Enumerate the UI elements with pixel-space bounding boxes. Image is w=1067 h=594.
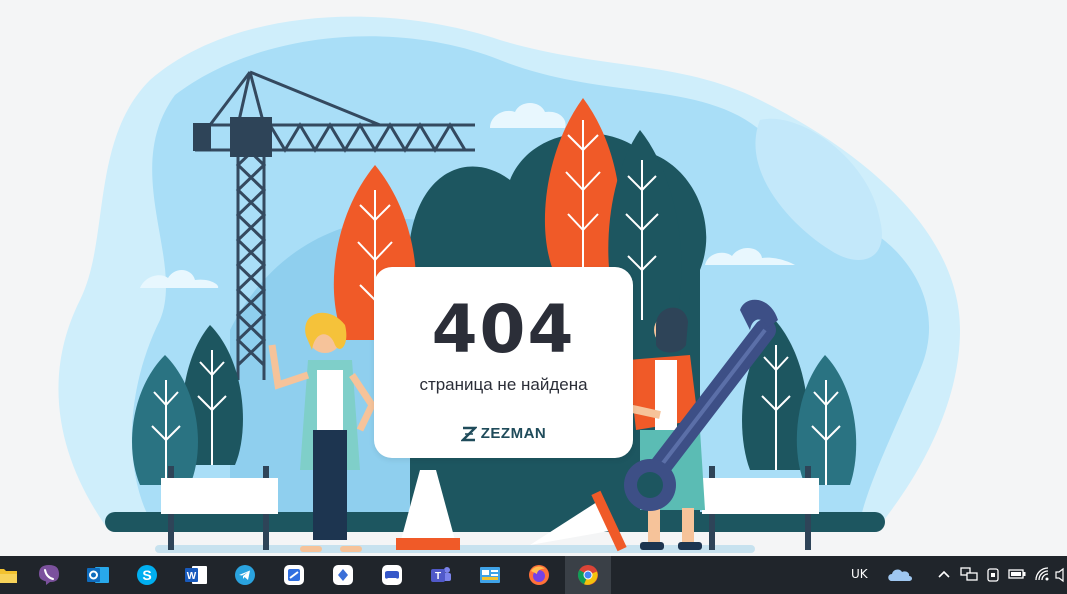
outlook-icon	[87, 567, 109, 583]
crane-cab	[230, 117, 272, 157]
taskbar: S W T UK	[0, 556, 1067, 594]
error-card: 404 страница не найдена ZEZMAN	[374, 267, 633, 458]
zezman-logo-icon	[460, 426, 477, 441]
control-panel-icon	[480, 567, 500, 583]
svg-text:S: S	[142, 567, 151, 583]
taskbar-skype[interactable]: S	[124, 556, 170, 594]
error-message: страница не найдена	[419, 375, 588, 394]
chevron-up-icon[interactable]	[937, 568, 951, 580]
taskbar-control-panel[interactable]	[467, 556, 513, 594]
taskbar-app-diamond[interactable]	[320, 556, 366, 594]
onedrive-cloud-icon[interactable]	[886, 565, 914, 583]
taskbar-firefox[interactable]	[516, 556, 562, 594]
word-icon: W	[185, 566, 207, 584]
telegram-icon	[235, 565, 255, 585]
folder-icon	[0, 569, 17, 583]
language-indicator[interactable]: UK	[851, 567, 868, 581]
svg-text:T: T	[435, 571, 441, 582]
firefox-icon	[529, 565, 549, 585]
app-icon	[333, 565, 353, 585]
gamepad-icon	[382, 565, 402, 585]
taskbar-chrome[interactable]	[565, 556, 611, 594]
battery-icon[interactable]	[1008, 568, 1026, 580]
taskbar-gamepad[interactable]	[369, 556, 415, 594]
taskbar-app-blue[interactable]	[271, 556, 317, 594]
wifi-icon[interactable]	[1034, 566, 1050, 582]
volume-icon[interactable]	[1055, 567, 1067, 583]
teams-icon: T	[431, 567, 451, 582]
taskbar-telegram[interactable]	[222, 556, 268, 594]
barrier-right	[702, 466, 819, 550]
illustration: 404 страница не найдена ZEZMAN	[0, 0, 1067, 556]
error-code: 404	[431, 291, 576, 368]
brand-name: ZEZMAN	[480, 425, 547, 442]
app-icon	[284, 565, 304, 585]
taskbar-teams[interactable]: T	[418, 556, 464, 594]
svg-text:W: W	[187, 571, 197, 582]
brand-logo[interactable]: ZEZMAN	[374, 425, 633, 442]
taskbar-outlook[interactable]	[75, 556, 121, 594]
barrier-left	[161, 466, 278, 550]
ground	[105, 512, 885, 532]
chrome-icon	[577, 565, 598, 585]
skype-icon: S	[137, 565, 157, 585]
crane-counterweight	[193, 123, 211, 151]
taskbar-word[interactable]: W	[173, 556, 219, 594]
device-icon[interactable]	[986, 567, 1000, 583]
taskbar-viber[interactable]	[26, 556, 72, 594]
viber-icon	[39, 565, 59, 585]
network-devices-icon[interactable]	[960, 567, 978, 583]
